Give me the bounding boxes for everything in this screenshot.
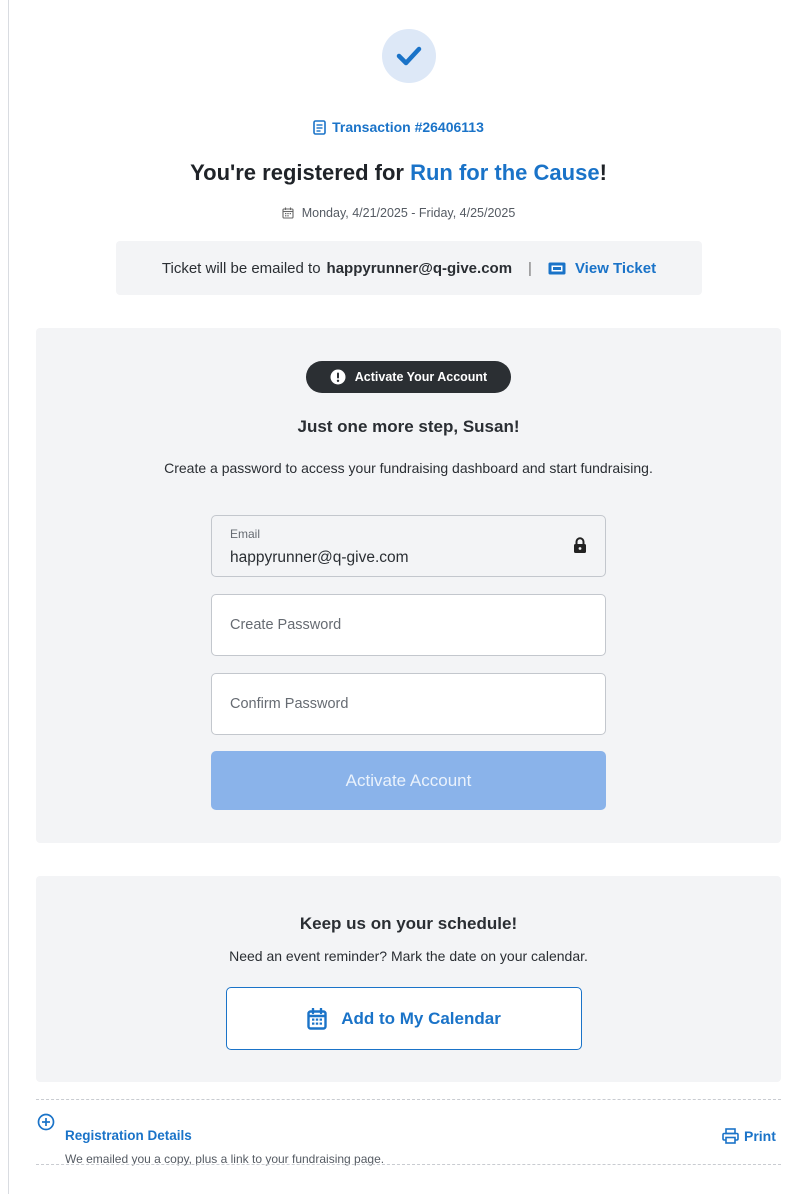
schedule-title: Keep us on your schedule! bbox=[299, 914, 518, 933]
view-ticket-label[interactable]: View Ticket bbox=[575, 260, 656, 277]
transaction-label[interactable]: Transaction #26406113 bbox=[332, 119, 484, 135]
view-ticket-link[interactable]: View Ticket bbox=[548, 260, 656, 277]
add-to-calendar-button[interactable]: Add to My Calendar bbox=[226, 987, 582, 1050]
email-field: Email happyrunner@q-give.com bbox=[211, 515, 606, 577]
registration-details-toggle[interactable]: Registration Details bbox=[65, 1128, 192, 1143]
calendar-icon bbox=[282, 207, 294, 219]
add-to-calendar-label[interactable]: Add to My Calendar bbox=[341, 1009, 501, 1029]
printer-icon bbox=[722, 1128, 739, 1144]
headline-suffix: ! bbox=[599, 160, 607, 185]
create-password-field[interactable] bbox=[211, 594, 606, 656]
schedule-panel bbox=[36, 876, 781, 1082]
confirm-password-input[interactable] bbox=[212, 674, 605, 734]
activate-account-badge: Activate Your Account bbox=[306, 361, 511, 393]
schedule-description: Need an event reminder? Mark the date on… bbox=[229, 948, 588, 964]
event-dates: Monday, 4/21/2025 - Friday, 4/25/2025 bbox=[0, 206, 797, 220]
divider bbox=[36, 1099, 781, 1100]
success-check-badge bbox=[382, 29, 436, 83]
print-button[interactable]: Print bbox=[722, 1128, 776, 1144]
checkmark-icon bbox=[396, 46, 422, 66]
transaction-link[interactable]: Transaction #26406113 bbox=[0, 119, 797, 135]
headline-prefix: You're registered for bbox=[190, 160, 411, 185]
activate-account-button[interactable]: Activate Account bbox=[211, 751, 606, 810]
expand-plus-icon[interactable] bbox=[36, 1112, 56, 1132]
ticket-emailed-text: Ticket will be emailed to bbox=[161, 259, 321, 277]
calendar-icon bbox=[307, 1007, 327, 1030]
divider bbox=[36, 1164, 781, 1165]
activate-badge-label: Activate Your Account bbox=[354, 370, 488, 384]
lock-icon bbox=[574, 537, 586, 553]
print-label[interactable]: Print bbox=[744, 1128, 776, 1144]
event-dates-text: Monday, 4/21/2025 - Friday, 4/25/2025 bbox=[301, 206, 516, 220]
receipt-icon bbox=[313, 119, 326, 135]
registration-headline: You're registered for Run for the Cause! bbox=[0, 160, 797, 186]
alert-icon bbox=[330, 369, 346, 385]
ticket-email: happyrunner@q-give.com bbox=[326, 259, 513, 277]
email-field-label: Email bbox=[230, 527, 261, 541]
event-name-link[interactable]: Run for the Cause bbox=[410, 160, 599, 185]
ticket-separator: | bbox=[528, 259, 532, 277]
email-field-value: happyrunner@q-give.com bbox=[230, 549, 409, 566]
ticket-icon bbox=[548, 262, 566, 274]
activation-description: Create a password to access your fundrai… bbox=[164, 460, 653, 476]
confirm-password-field[interactable] bbox=[211, 673, 606, 735]
ticket-info-bar: Ticket will be emailed to happyrunner@q-… bbox=[116, 241, 702, 295]
create-password-input[interactable] bbox=[212, 595, 605, 655]
activation-title: Just one more step, Susan! bbox=[297, 417, 520, 436]
